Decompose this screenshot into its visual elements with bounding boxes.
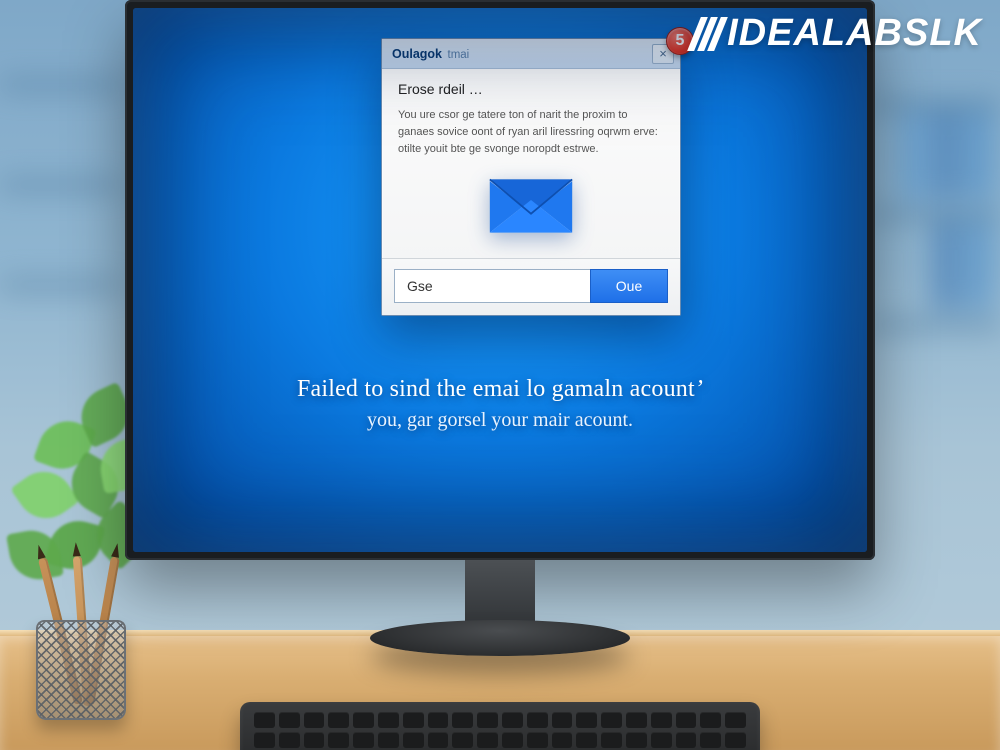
- dialog-action-row: Gse Oue: [382, 258, 680, 315]
- dialog-heading: Erose rdeil …: [398, 81, 664, 97]
- dialog-title: Oulagok tmai: [392, 47, 469, 61]
- screen-caption: Failed to sind the emai lo gamaln acount…: [133, 376, 867, 432]
- ok-button[interactable]: Oue: [590, 269, 668, 303]
- watermark-text: IDEALABSLK: [727, 12, 982, 55]
- dialog-body: Erose rdeil … You ure csor ge tatere ton…: [382, 69, 680, 258]
- keyboard[interactable]: [240, 702, 760, 750]
- badge-count: 5: [676, 32, 685, 50]
- mail-icon-wrap: [398, 158, 664, 250]
- monitor-frame: Oulagok tmai × 5 Erose rdeil … You ure c…: [125, 0, 875, 560]
- close-icon: ×: [659, 47, 667, 60]
- scene-root: Oulagok tmai × 5 Erose rdeil … You ure c…: [0, 0, 1000, 750]
- dialog-input-value: Gse: [407, 278, 433, 294]
- dialog-title-main: Oulagok: [392, 47, 442, 61]
- caption-line-2: you, gar gorsel your mair acount.: [173, 409, 827, 432]
- dialog-input-field[interactable]: Gse: [394, 269, 590, 303]
- dialog-title-sub: tmai: [448, 49, 470, 61]
- monitor-screen: Oulagok tmai × 5 Erose rdeil … You ure c…: [133, 8, 867, 552]
- watermark-slash-icon: [694, 17, 721, 51]
- error-dialog: Oulagok tmai × 5 Erose rdeil … You ure c…: [381, 38, 681, 316]
- monitor-base: [370, 620, 630, 656]
- ok-button-label: Oue: [616, 278, 642, 294]
- caption-line-1: Failed to sind the emai lo gamaln acount…: [173, 376, 827, 403]
- dialog-titlebar[interactable]: Oulagok tmai × 5: [382, 39, 680, 69]
- watermark-logo: IDEALABSLK: [694, 12, 982, 55]
- dialog-message: You ure csor ge tatere ton of narit the …: [398, 107, 664, 158]
- mail-icon: [488, 176, 574, 236]
- pencil-cup: [26, 590, 136, 720]
